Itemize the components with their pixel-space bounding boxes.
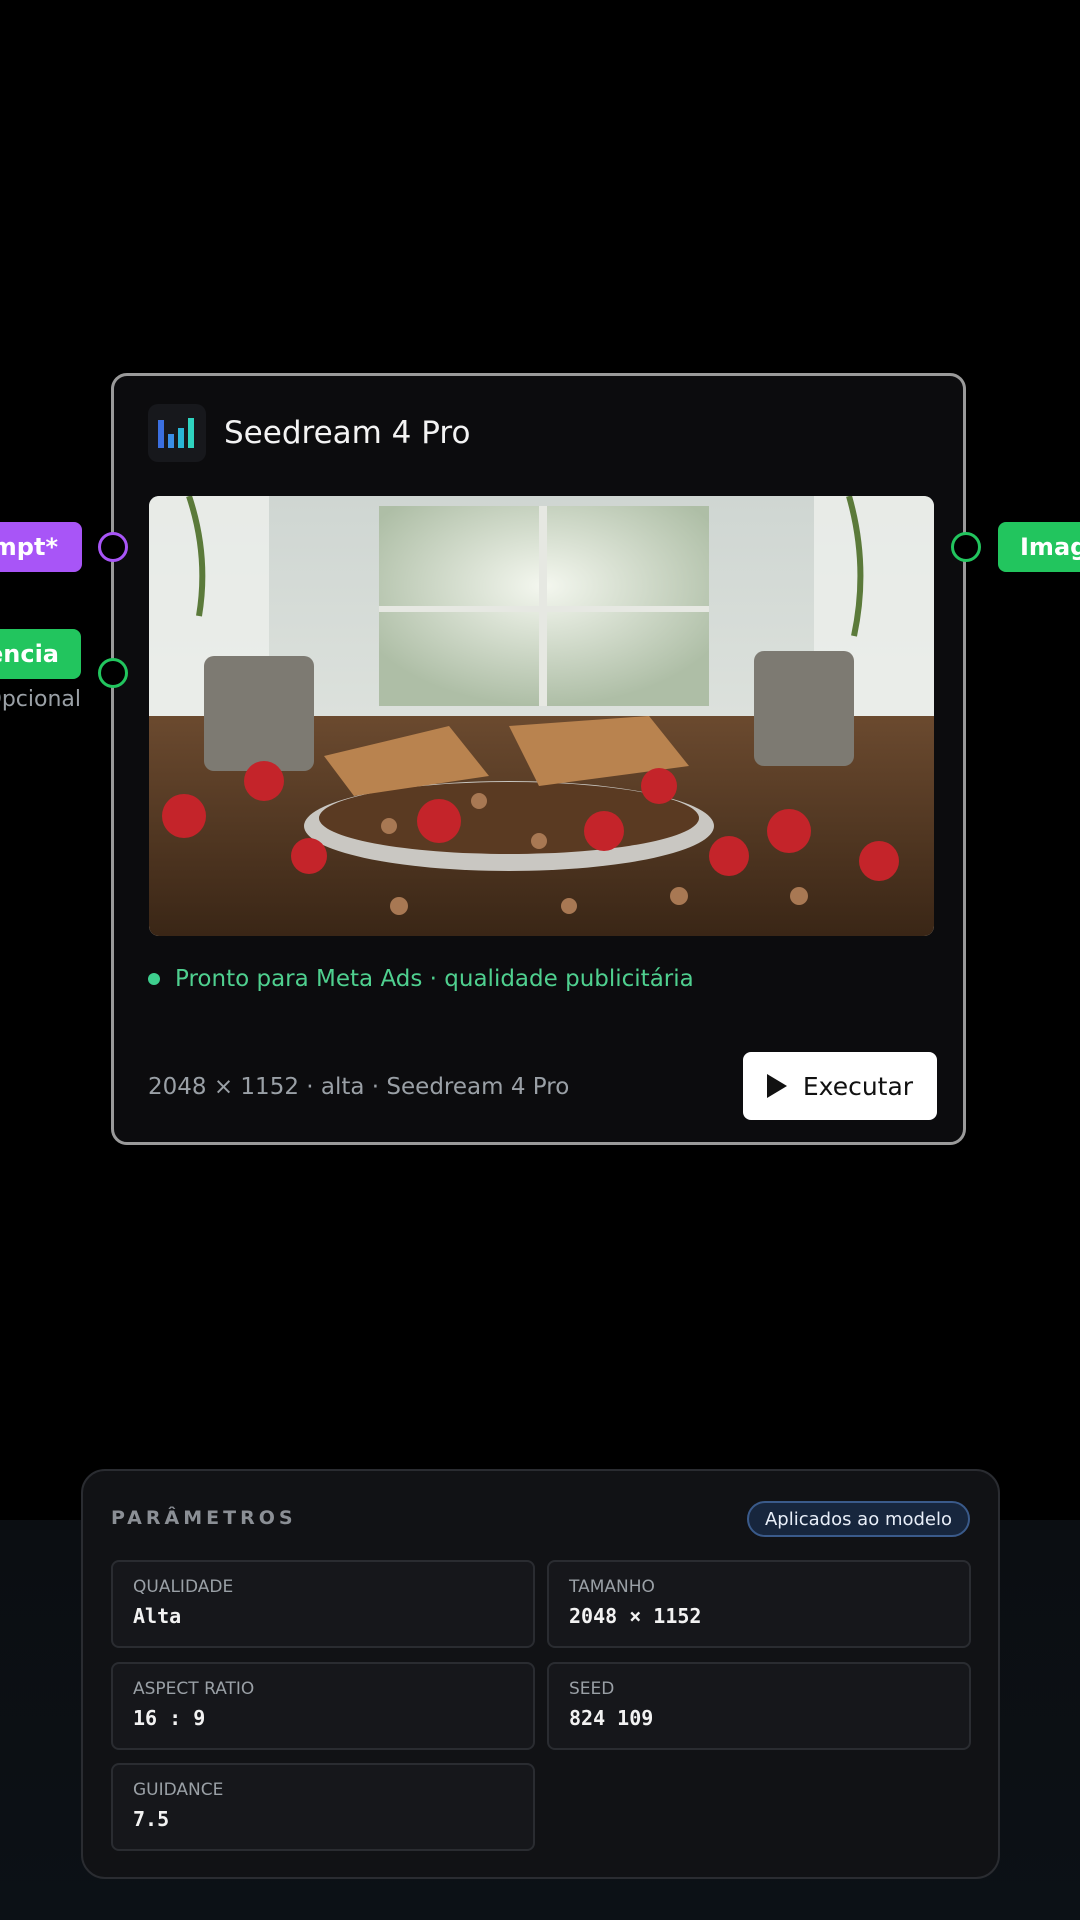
param-seed: SEED 824 109 bbox=[547, 1662, 971, 1750]
param-label: QUALIDADE bbox=[133, 1577, 234, 1597]
param-value: 824 109 bbox=[569, 1706, 654, 1730]
run-button-label: Executar bbox=[802, 1071, 914, 1101]
status-dot bbox=[148, 973, 160, 985]
reference-input-label: ência bbox=[0, 640, 59, 668]
parameters-panel: PARÂMETROS Aplicados ao modelo QUALIDADE… bbox=[81, 1469, 1000, 1879]
param-label: TAMANHO bbox=[569, 1577, 655, 1597]
param-label: ASPECT RATIO bbox=[133, 1679, 255, 1699]
param-value: Alta bbox=[133, 1604, 182, 1628]
status-row: Pronto para Meta Ads · qualidade publici… bbox=[148, 966, 694, 992]
parameters-title: PARÂMETROS bbox=[111, 1507, 297, 1529]
reference-input-port[interactable] bbox=[98, 658, 128, 688]
bar-chart-logo-icon bbox=[148, 404, 206, 462]
play-icon bbox=[766, 1074, 787, 1098]
param-label: SEED bbox=[569, 1679, 615, 1699]
run-button[interactable]: Executar bbox=[743, 1052, 937, 1120]
model-node-card[interactable]: Seedream 4 Pro Pronto para Meta Ads · qu… bbox=[111, 373, 966, 1145]
canvas: mpt* ência Opcional Imag bbox=[0, 0, 1080, 1920]
prompt-input-pill[interactable]: mpt* bbox=[0, 522, 82, 572]
generated-image-preview[interactable] bbox=[149, 496, 934, 936]
prompt-input-port[interactable] bbox=[98, 532, 128, 562]
reference-optional-label: Opcional bbox=[0, 687, 81, 712]
image-output-pill[interactable]: Imag bbox=[998, 522, 1080, 572]
param-value: 16 : 9 bbox=[133, 1706, 206, 1730]
applied-badge: Aplicados ao modelo bbox=[746, 1501, 970, 1537]
reference-input-pill[interactable]: ência bbox=[0, 629, 81, 679]
model-title: Seedream 4 Pro bbox=[224, 415, 471, 451]
prompt-input-label: mpt* bbox=[0, 533, 58, 561]
param-guidance: GUIDANCE 7.5 bbox=[111, 1763, 535, 1851]
image-output-port[interactable] bbox=[951, 532, 981, 562]
image-output-label: Imag bbox=[1020, 533, 1080, 561]
output-meta-text: 2048 × 1152 · alta · Seedream 4 Pro bbox=[148, 1074, 570, 1100]
status-text: Pronto para Meta Ads · qualidade publici… bbox=[175, 966, 694, 992]
param-value: 2048 × 1152 bbox=[569, 1604, 702, 1628]
param-aspect-ratio: ASPECT RATIO 16 : 9 bbox=[111, 1662, 535, 1750]
param-value: 7.5 bbox=[133, 1807, 170, 1831]
param-size: TAMANHO 2048 × 1152 bbox=[547, 1560, 971, 1648]
param-label: GUIDANCE bbox=[133, 1780, 224, 1800]
param-quality: QUALIDADE Alta bbox=[111, 1560, 535, 1648]
node-header: Seedream 4 Pro bbox=[148, 404, 470, 462]
